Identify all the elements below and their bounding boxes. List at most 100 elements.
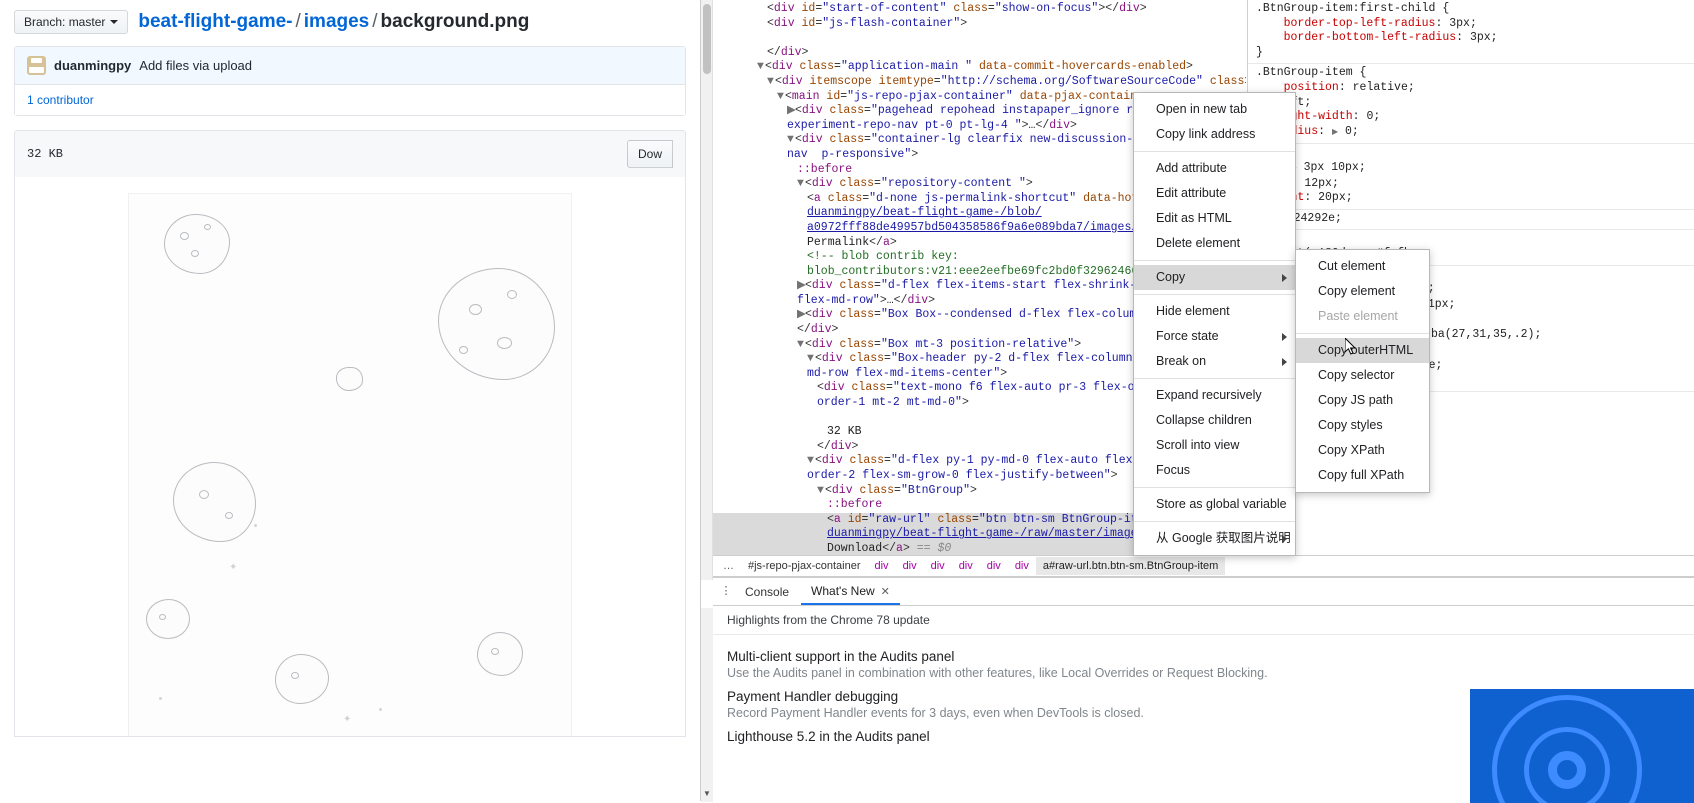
menu-item-label: Copy full XPath <box>1318 468 1405 482</box>
dom-tree-line[interactable]: ▼<div class="application-main " data-com… <box>713 60 1246 75</box>
menu-item-break-on[interactable]: Break on <box>1134 349 1295 374</box>
menu-item-label: Expand recursively <box>1156 388 1262 402</box>
devtools-context-menu[interactable]: Open in new tab Copy link address Add attr… <box>1133 92 1296 556</box>
breadcrumb: beat-flight-game- / images / background.png <box>138 11 529 33</box>
dom-tree-line[interactable]: </div> <box>713 46 1246 61</box>
css-rule[interactable]: .BtnGroup-item { position: relative; t: … <box>1248 64 1694 145</box>
menu-separator <box>1134 260 1295 261</box>
chevron-right-icon <box>1282 332 1287 341</box>
breadcrumb-filename: background.png <box>380 11 530 32</box>
whats-new-desc: Use the Audits panel in combination with… <box>727 666 1268 680</box>
menu-item-hide-element[interactable]: Hide element <box>1134 299 1295 324</box>
branch-selector-button[interactable]: Branch: master <box>14 10 129 34</box>
contributors-row[interactable]: 1 contributor <box>15 85 685 115</box>
scroll-down-icon[interactable]: ▼ <box>703 789 711 798</box>
menu-item-copy-js-path[interactable]: Copy JS path <box>1296 388 1429 413</box>
drawer-scrollbar[interactable]: ▼ <box>701 608 713 802</box>
rock-shape <box>146 599 190 639</box>
dom-tree-line[interactable]: ▼<div itemscope itemtype="http://schema.… <box>713 75 1246 90</box>
tab-console[interactable]: Console <box>735 580 799 604</box>
breadcrumb-node[interactable]: div <box>896 557 924 575</box>
dom-tree-line[interactable]: <div id="start-of-content" class="show-o… <box>713 2 1246 17</box>
breadcrumb-node[interactable]: div <box>868 557 896 575</box>
menu-item-copy-xpath[interactable]: Copy XPath <box>1296 438 1429 463</box>
rock-shape <box>438 268 555 380</box>
menu-item-copy[interactable]: Copy <box>1134 265 1295 290</box>
breadcrumb-sep-2: / <box>372 11 378 32</box>
menu-item-delete-element[interactable]: Delete element <box>1134 231 1295 256</box>
menu-item-label: Copy JS path <box>1318 393 1394 407</box>
elements-outer-scrollbar[interactable] <box>701 0 713 580</box>
menu-item-store-as-global-variable[interactable]: Store as global variable <box>1134 492 1295 517</box>
menu-item-google[interactable]: 从 Google 获取图片说明 <box>1134 526 1295 551</box>
menu-item-collapse-children[interactable]: Collapse children <box>1134 408 1295 433</box>
dom-tree-line[interactable]: <div id="js-flash-container"> <box>713 17 1246 32</box>
chevron-right-icon <box>1282 534 1287 543</box>
menu-item-focus[interactable]: Focus <box>1134 458 1295 483</box>
breadcrumb-node[interactable]: div <box>952 557 980 575</box>
menu-separator <box>1134 378 1295 379</box>
chevron-right-icon <box>1282 357 1287 366</box>
menu-separator <box>1134 487 1295 488</box>
rock-shape <box>477 632 523 676</box>
menu-item-add-attribute[interactable]: Add attribute <box>1134 156 1295 181</box>
menu-separator <box>1134 151 1295 152</box>
menu-item-scroll-into-view[interactable]: Scroll into view <box>1134 433 1295 458</box>
close-icon[interactable]: ✕ <box>881 586 890 598</box>
breadcrumb-node[interactable]: #js-repo-pjax-container <box>741 557 868 575</box>
menu-item-edit-attribute[interactable]: Edit attribute <box>1134 181 1295 206</box>
css-rule[interactable]: r: #24292e; <box>1248 210 1694 231</box>
menu-item-label: Copy element <box>1318 284 1396 298</box>
menu-item-label: Break on <box>1156 354 1207 368</box>
download-button[interactable]: Dow <box>626 140 673 168</box>
menu-separator <box>1296 333 1429 334</box>
devtools-context-submenu-copy[interactable]: Cut element Copy element Paste element Copy… <box>1295 249 1430 493</box>
breadcrumb-node[interactable]: div <box>924 557 952 575</box>
commit-author[interactable]: duanmingpy <box>54 58 131 73</box>
drawer-tab-bar: ⋮ Console What's New ✕ <box>713 578 1694 606</box>
menu-item-copy-selector[interactable]: Copy selector <box>1296 363 1429 388</box>
scrollbar-thumb[interactable] <box>703 4 711 74</box>
breadcrumb-node[interactable]: a#raw-url.btn.btn-sm.BtnGroup-item <box>1035 557 1226 575</box>
dom-breadcrumb-bar[interactable]: … #js-repo-pjax-container div div div div div d… <box>713 555 1694 577</box>
more-options-icon[interactable]: ⋮ <box>719 586 733 597</box>
star-dot <box>254 524 257 527</box>
rock-shape <box>191 250 199 257</box>
menu-item-copy-element[interactable]: Copy element <box>1296 279 1429 304</box>
menu-item-copy-styles[interactable]: Copy styles <box>1296 413 1429 438</box>
menu-item-label: Add attribute <box>1156 161 1227 175</box>
breadcrumb-node[interactable]: div <box>980 557 1008 575</box>
menu-item-edit-as-html[interactable]: Edit as HTML <box>1134 206 1295 231</box>
rock-shape <box>199 490 209 499</box>
breadcrumb-node[interactable]: … <box>717 560 741 572</box>
menu-item-open-in-new-tab[interactable]: Open in new tab <box>1134 97 1295 122</box>
menu-item-expand-recursively[interactable]: Expand recursively <box>1134 383 1295 408</box>
menu-item-cut-element[interactable]: Cut element <box>1296 254 1429 279</box>
menu-separator <box>1134 521 1295 522</box>
tab-console-label: Console <box>745 584 790 599</box>
menu-item-label: Hide element <box>1156 304 1230 318</box>
menu-item-force-state[interactable]: Force state <box>1134 324 1295 349</box>
rock-shape <box>225 512 233 519</box>
commit-message[interactable]: Add files via upload <box>139 58 252 73</box>
css-rule[interactable]: { ing: ▶ 3px 10px; -size: 12px; -height:… <box>1248 144 1694 210</box>
breadcrumb-node[interactable]: div <box>1008 557 1036 575</box>
css-rule[interactable]: .BtnGroup-item:first-child { border-top-… <box>1248 0 1694 65</box>
breadcrumb-folder-link[interactable]: images <box>304 11 369 32</box>
whats-new-banner: https://blog.csdn.net/qq_387278 now <box>1470 689 1694 803</box>
file-box: 32 KB Dow ✦ ✦ <box>14 130 686 737</box>
menu-item-copy-link-address[interactable]: Copy link address <box>1134 122 1295 147</box>
dom-tree-line[interactable] <box>713 31 1246 46</box>
branch-selector-label: Branch: master <box>24 15 106 29</box>
whats-new-subtitle: Highlights from the Chrome 78 update <box>713 606 1694 635</box>
breadcrumb-repo-link[interactable]: beat-flight-game- <box>138 11 292 32</box>
menu-item-label: Scroll into view <box>1156 438 1240 452</box>
menu-item-label: Paste element <box>1318 309 1398 323</box>
menu-item-label: Focus <box>1156 463 1191 477</box>
tab-whats-new-label: What's New <box>811 583 875 598</box>
menu-item-copy-full-xpath[interactable]: Copy full XPath <box>1296 463 1429 488</box>
menu-item-label: 从 Google 获取图片说明 <box>1156 531 1291 545</box>
menu-item-copy-outerhtml[interactable]: Copy outerHTML <box>1296 338 1429 363</box>
tab-whats-new[interactable]: What's New ✕ <box>801 579 900 605</box>
list-item[interactable]: Multi-client support in the Audits panel… <box>727 649 1681 680</box>
